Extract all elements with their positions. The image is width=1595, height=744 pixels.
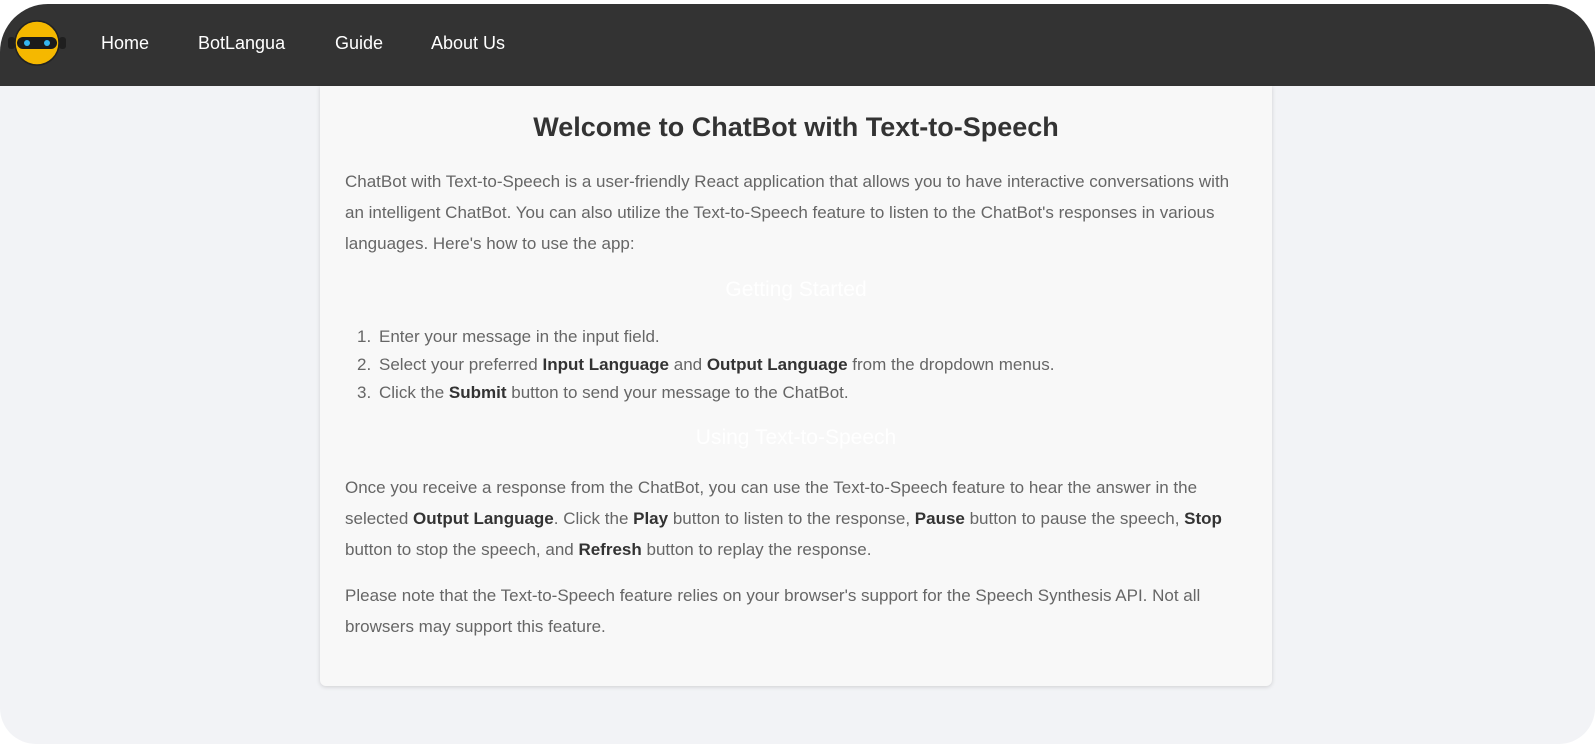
tts-emphasis: Pause	[914, 509, 965, 528]
step-text: from the dropdown menus.	[847, 355, 1055, 374]
tts-text: . Click the	[553, 509, 634, 528]
step-text: Enter your message in the input field.	[379, 327, 660, 346]
content-card: Welcome to ChatBot with Text-to-Speech C…	[320, 86, 1272, 686]
navbar: Home BotLangua Guide About Us	[0, 4, 1595, 86]
app-window: Home BotLangua Guide About Us Welcome to…	[0, 4, 1595, 744]
step-text: and	[669, 355, 707, 374]
step-number: 3.	[357, 383, 372, 402]
getting-started-heading: Getting Started	[725, 278, 867, 301]
nav-link-botlangua[interactable]: BotLangua	[198, 31, 285, 55]
tts-text: button to replay the response.	[641, 540, 872, 559]
tts-emphasis: Output Language	[413, 509, 554, 528]
nav-link-guide[interactable]: Guide	[335, 31, 383, 55]
note-paragraph: Please note that the Text-to-Speech feat…	[345, 586, 1201, 636]
tts-paragraph: Once you receive a response from the Cha…	[345, 472, 1250, 565]
list-item: 1. Enter your message in the input field.	[357, 323, 1055, 351]
tts-text: button to pause the speech,	[964, 509, 1185, 528]
list-item: 2. Select your preferred Input Language a…	[357, 351, 1055, 379]
tts-emphasis: Stop	[1184, 509, 1222, 528]
step-number: 2.	[357, 355, 372, 374]
intro-paragraph: ChatBot with Text-to-Speech is a user-fr…	[345, 172, 1230, 253]
step-text: Select your preferred	[379, 355, 543, 374]
step-number: 1.	[357, 327, 372, 346]
page-title: Welcome to ChatBot with Text-to-Speech	[533, 112, 1059, 142]
tts-text: button to listen to the response,	[668, 509, 915, 528]
steps-list: 1. Enter your message in the input field.…	[357, 323, 1055, 407]
step-emphasis: Output Language	[706, 355, 848, 374]
tts-emphasis: Refresh	[578, 540, 642, 559]
tts-text: button to stop the speech, and	[345, 540, 579, 559]
step-emphasis: Submit	[448, 383, 507, 402]
tts-heading: Using Text-to-Speech	[695, 426, 897, 449]
nav-link-home[interactable]: Home	[101, 31, 149, 55]
nav-link-about-us[interactable]: About Us	[431, 31, 505, 55]
robot-logo-icon[interactable]	[8, 20, 66, 66]
step-text: Click the	[379, 383, 449, 402]
step-text: button to send your message to the ChatB…	[506, 383, 849, 402]
step-emphasis: Input Language	[542, 355, 670, 374]
list-item: 3. Click the Submit button to send your m…	[357, 379, 1055, 407]
tts-emphasis: Play	[633, 509, 669, 528]
